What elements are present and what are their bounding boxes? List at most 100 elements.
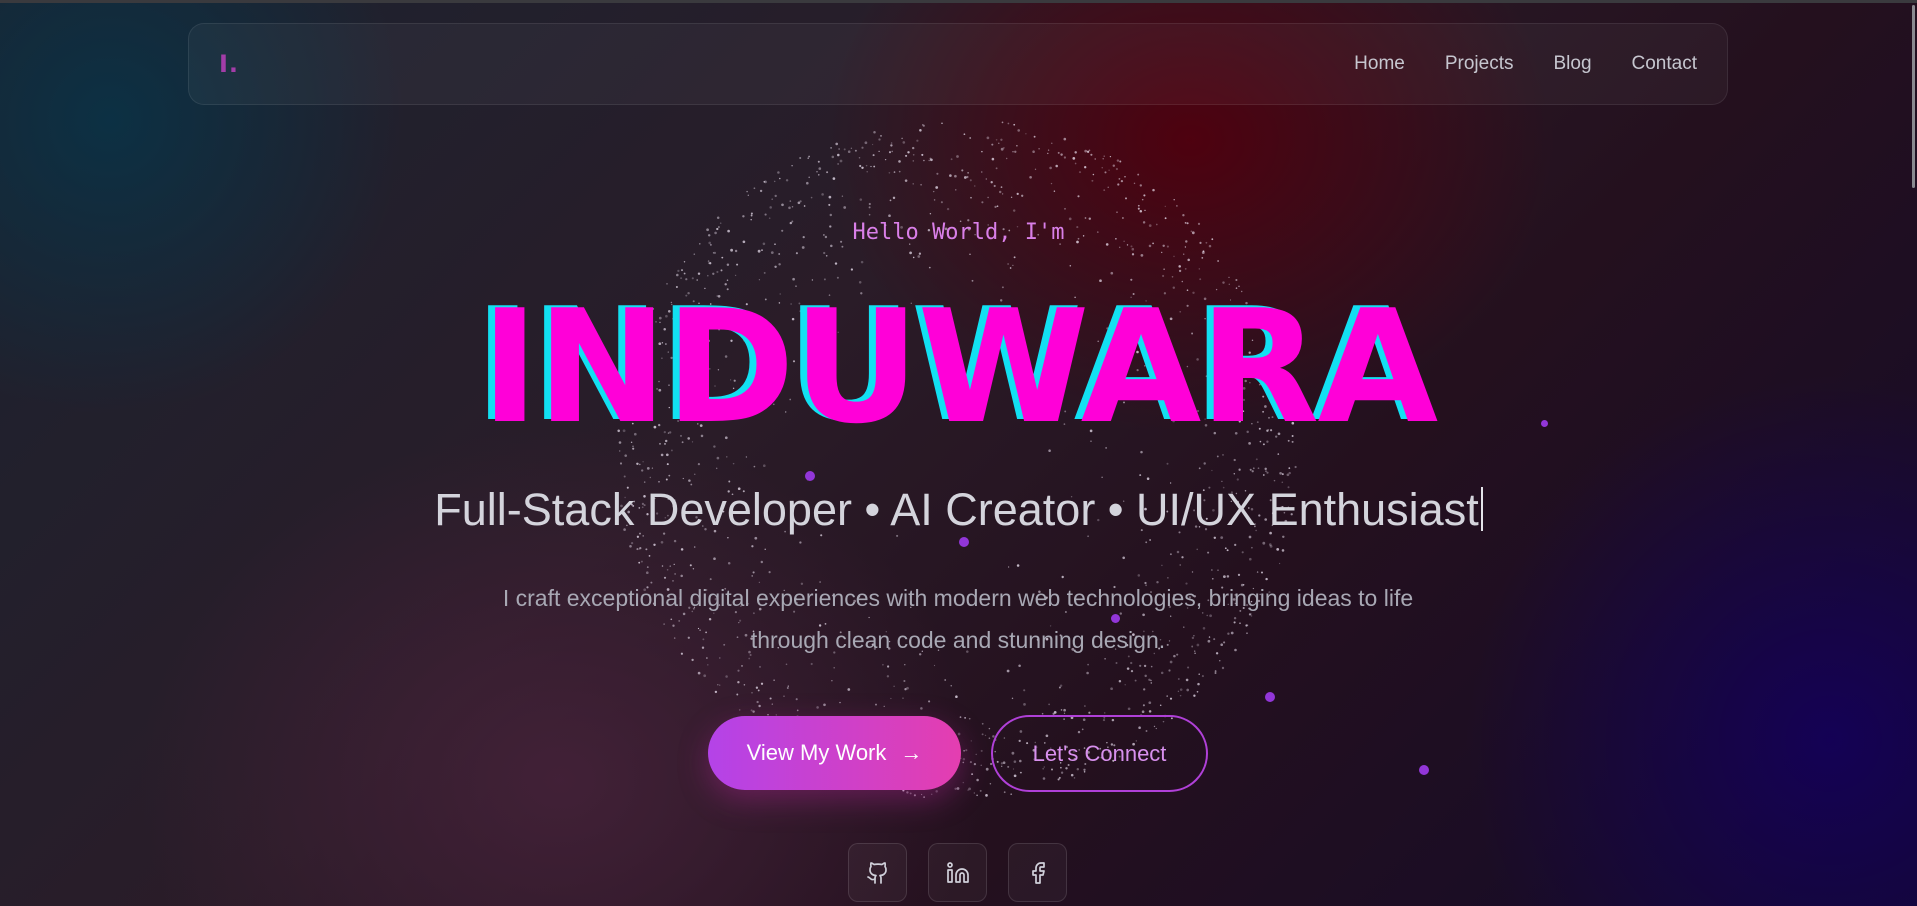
globe-particle [755,686,759,689]
globe-particle [837,163,839,165]
globe-particle [1110,687,1113,691]
globe-particle [1012,209,1016,212]
globe-particle [1143,664,1147,668]
globe-particle [730,248,733,252]
globe-particle [1177,678,1180,680]
globe-particle [1003,791,1006,794]
globe-particle [988,727,991,730]
globe-particle [709,262,712,265]
globe-particle [1130,669,1134,673]
globe-particle [681,269,683,272]
globe-particle [1077,195,1080,198]
globe-particle [1278,562,1281,565]
globe-particle [966,175,969,179]
globe-particle [831,155,835,159]
globe-particle [935,186,939,189]
nav-link-contact[interactable]: Contact [1632,53,1697,75]
lets-connect-button[interactable]: Let's Connect [991,715,1208,792]
globe-particle [1201,257,1204,259]
globe-particle [1264,467,1267,471]
globe-particle [785,179,789,182]
globe-particle [1217,260,1219,262]
globe-particle [1288,471,1291,475]
globe-particle [715,467,718,470]
globe-particle [1251,470,1254,473]
globe-particle [1088,711,1091,714]
globe-particle [619,462,623,465]
globe-particle [1078,171,1082,174]
globe-particle [990,181,993,184]
hero-roles-text: Full-Stack Developer • AI Creator • UI/U… [434,484,1479,535]
view-my-work-button[interactable]: View My Work → [708,716,961,790]
globe-particle [717,684,719,686]
globe-particle [1144,209,1146,212]
globe-particle [757,249,761,253]
globe-particle [680,548,684,551]
globe-particle [1197,682,1200,686]
globe-particle [777,171,780,174]
nav-link-blog[interactable]: Blog [1553,53,1591,75]
linkedin-link[interactable] [928,843,987,902]
globe-particle [738,709,741,711]
globe-particle [933,199,936,201]
floating-particle [1111,614,1120,623]
globe-particle [994,205,997,208]
scrollbar[interactable] [1912,5,1915,188]
globe-particle [1125,197,1127,200]
globe-particle [829,213,833,217]
globe-particle [1220,536,1224,539]
globe-particle [1012,264,1014,267]
globe-particle [746,190,748,193]
globe-particle [962,761,965,764]
globe-particle [1211,469,1213,472]
globe-particle [1126,667,1130,670]
globe-particle [1161,564,1163,567]
globe-particle [1234,543,1237,547]
globe-particle [823,703,826,707]
globe-particle [1185,678,1189,682]
globe-particle [930,793,933,796]
globe-particle [1014,150,1017,153]
github-link[interactable] [848,843,907,902]
nav-link-projects[interactable]: Projects [1445,53,1514,75]
globe-particle [904,664,906,666]
globe-particle [903,679,906,683]
globe-particle [694,473,696,475]
globe-particle [905,154,908,157]
globe-particle [883,705,885,707]
globe-particle [1160,671,1164,675]
globe-particle [1057,151,1060,154]
globe-particle [737,681,740,684]
globe-particle [774,265,777,269]
globe-particle [736,263,739,266]
globe-particle [1006,669,1010,673]
facebook-link[interactable] [1008,843,1067,902]
globe-particle [935,790,938,793]
globe-particle [1112,164,1116,167]
globe-particle [1211,569,1213,571]
globe-particle [1003,147,1005,149]
globe-particle [816,706,819,709]
globe-particle [878,138,881,141]
globe-particle [1203,462,1206,465]
globe-particle [823,251,826,255]
globe-particle [893,171,896,173]
globe-particle [1178,269,1182,273]
globe-particle [788,206,791,210]
globe-particle [973,792,975,794]
globe-particle [783,695,785,697]
globe-particle [1238,468,1241,471]
globe-particle [1116,159,1120,162]
globe-particle [922,124,925,127]
nav-link-home[interactable]: Home [1354,53,1405,75]
globe-particle [725,675,728,678]
globe-particle [756,700,759,704]
globe-particle [677,269,680,273]
logo[interactable]: I. [219,50,239,78]
globe-particle [1120,179,1124,183]
globe-particle [828,203,831,206]
globe-particle [806,181,809,185]
globe-particle [747,194,749,196]
globe-particle [1108,169,1110,172]
globe-particle [854,149,857,152]
